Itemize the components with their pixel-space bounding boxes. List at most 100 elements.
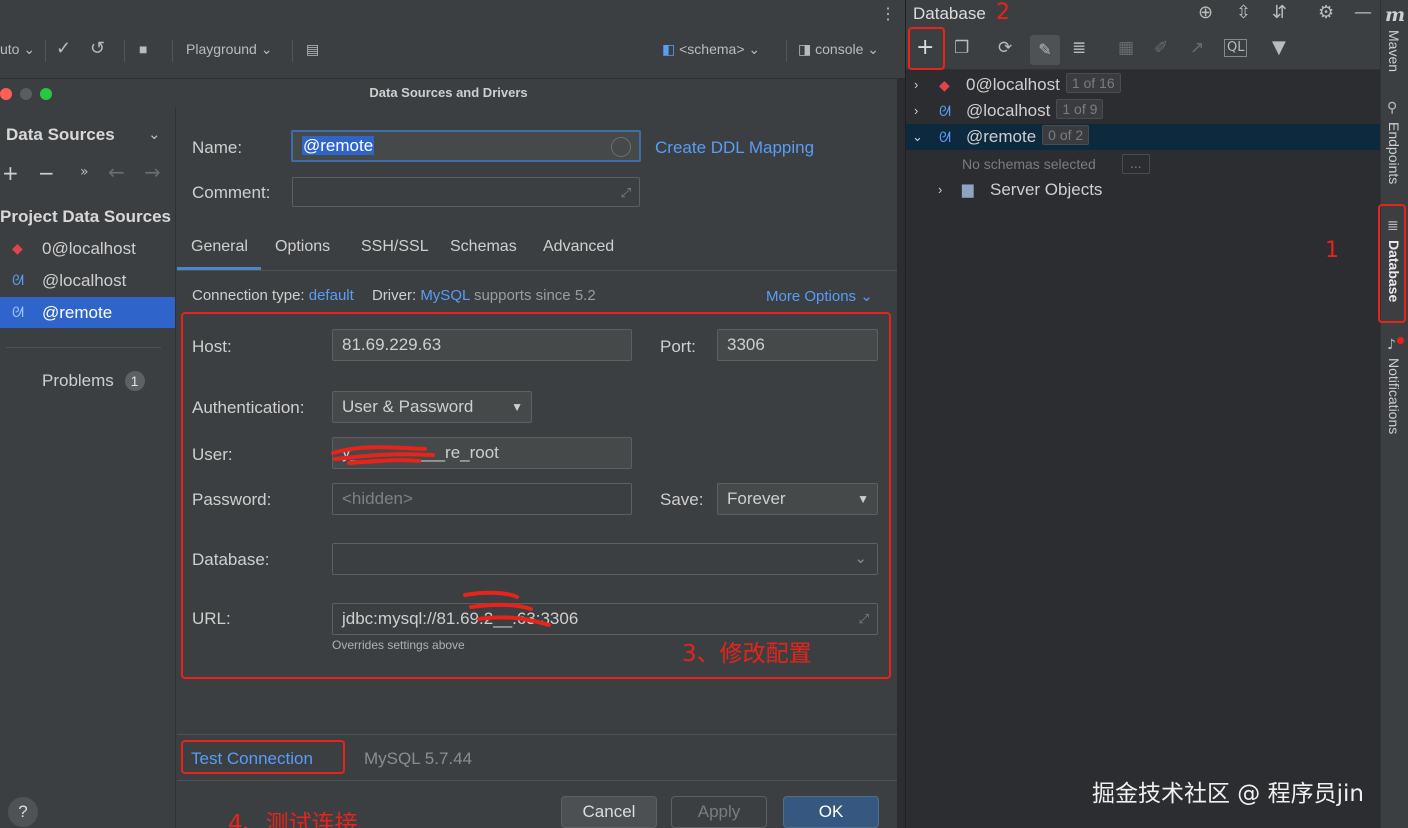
chevron-right-icon[interactable]: › (938, 177, 942, 203)
mysql-version: MySQL 5.7.44 (364, 749, 473, 768)
jump-to-icon[interactable]: ↗ (1190, 38, 1204, 58)
chevron-down-icon: ⌄ (860, 288, 873, 305)
cancel-button[interactable]: Cancel (561, 796, 657, 828)
rollback-icon[interactable]: ↺ (90, 38, 105, 59)
minimize-icon[interactable]: — (1354, 2, 1372, 23)
stop-icon[interactable]: ■ (139, 41, 147, 57)
tree-item-localhost[interactable]: › ᘛ @localhost 1 of 9 (906, 98, 1381, 124)
problems-item[interactable]: Problems 1 (42, 371, 145, 391)
filter-icon[interactable]: ▼ (1272, 37, 1286, 58)
schema-dropdown[interactable]: ◧ <schema> ⌄ (662, 41, 760, 58)
watermark-text: 掘金技术社区 @ 程序员jin (1092, 781, 1364, 807)
tab-advanced[interactable]: Advanced (543, 238, 614, 256)
name-input[interactable]: @remote (291, 130, 641, 162)
chevron-down-icon: ⌄ (23, 41, 36, 57)
annotation-step2: 2 (996, 0, 1010, 25)
connection-type-value[interactable]: default (309, 287, 354, 304)
field-color-icon[interactable] (611, 137, 631, 157)
redis-icon: ◆ (12, 240, 23, 256)
database-panel-title: Database (913, 4, 986, 23)
tree-item-0-localhost[interactable]: › ◆ 0@localhost 1 of 16 (906, 72, 1381, 98)
schema-count-badge: 1 of 9 (1056, 99, 1104, 119)
bell-icon: ♪ (1387, 337, 1396, 353)
maven-tab[interactable]: Maven (1386, 30, 1402, 72)
console-icon: ◨ (798, 41, 812, 57)
select-schemas-button[interactable]: ... (1122, 154, 1150, 174)
ql-console-icon[interactable]: QL (1224, 39, 1248, 57)
schema-count-badge: 0 of 2 (1042, 125, 1090, 145)
redis-icon: ◆ (939, 77, 950, 93)
data-source-item-remote[interactable]: ᘛ @remote (0, 297, 175, 328)
console-dropdown[interactable]: ◨ console ⌄ (798, 41, 879, 58)
refresh-icon[interactable]: ⟳ (998, 38, 1012, 58)
notification-dot (1397, 337, 1404, 344)
chevron-right-icon[interactable]: › (914, 98, 918, 124)
playground-dropdown[interactable]: Playground ⌄ (186, 41, 272, 58)
more-icon[interactable]: » (80, 164, 89, 180)
collapse-all-icon[interactable]: ⇵ (1272, 2, 1287, 23)
copy-icon[interactable]: ❐ (954, 38, 969, 58)
ide-toolbar: uto ⌄ ✓ ↺ ■ Playground ⌄ ▤ ◧ <schema> ⌄ … (0, 0, 905, 78)
comment-label: Comment: (192, 183, 271, 202)
connection-type-row: Connection type: default Driver: MySQL s… (192, 287, 596, 304)
gear-icon[interactable]: ⚙ (1318, 2, 1334, 23)
annotation-box-test-connection (181, 740, 345, 774)
maven-logo-icon: m (1385, 4, 1406, 26)
annotation-step3: 3、修改配置 (682, 641, 812, 667)
tree-item-label: Server Objects (990, 180, 1103, 199)
apply-button[interactable]: Apply (671, 796, 767, 828)
driver-value[interactable]: MySQL (420, 287, 469, 304)
tree-item-label: @remote (966, 127, 1037, 146)
edit-datasource-icon[interactable]: ✎ (1030, 35, 1060, 65)
expand-all-icon[interactable]: ⇳ (1236, 2, 1251, 23)
more-vertical-icon[interactable]: ⋮ (880, 4, 896, 24)
endpoints-icon: ⚲ (1387, 100, 1398, 116)
mysql-dolphin-icon: ᘛ (939, 103, 951, 119)
tab-options[interactable]: Options (275, 238, 330, 256)
remove-icon[interactable]: − (38, 161, 55, 185)
tree-item-remote[interactable]: ⌄ ᘛ @remote 0 of 2 (906, 124, 1381, 150)
annotation-box-config (181, 312, 891, 679)
more-options-label: More Options (766, 288, 857, 305)
chevron-down-icon[interactable]: ⌄ (148, 125, 161, 143)
chevron-down-icon: ⌄ (748, 41, 761, 57)
tab-ssh-ssl[interactable]: SSH/SSL (361, 238, 429, 256)
tree-item-server-objects[interactable]: › ▆ Server Objects (906, 177, 1381, 203)
name-input-value: @remote (302, 136, 375, 155)
tab-schemas[interactable]: Schemas (450, 238, 517, 256)
ok-button[interactable]: OK (783, 796, 879, 828)
schema-label: <schema> (679, 41, 745, 57)
auto-commit-dropdown[interactable]: uto ⌄ (0, 41, 35, 58)
data-source-item-0-localhost[interactable]: ◆ 0@localhost (0, 233, 175, 264)
tree-item-label: @localhost (966, 101, 1051, 120)
endpoints-tab[interactable]: Endpoints (1386, 122, 1402, 184)
expand-icon[interactable]: ⤢ (621, 178, 631, 208)
add-icon[interactable]: + (2, 161, 19, 185)
arrow-left-icon[interactable]: ← (108, 160, 125, 184)
arrow-right-icon[interactable]: → (144, 160, 161, 184)
no-schemas-row: No schemas selected ... (906, 151, 1381, 177)
database-stack-icon[interactable]: ≣ (1072, 38, 1086, 58)
table-grid-icon[interactable]: ▦ (1118, 38, 1134, 58)
more-options-link[interactable]: More Options ⌄ (766, 287, 873, 305)
annotation-step4: 4、测试连接 (228, 811, 358, 828)
data-sources-header[interactable]: Data Sources (6, 125, 115, 145)
chevron-down-icon: ⌄ (867, 41, 880, 57)
help-button[interactable]: ? (8, 797, 38, 827)
create-ddl-mapping-link[interactable]: Create DDL Mapping (655, 138, 814, 158)
chevron-down-icon[interactable]: ⌄ (912, 124, 923, 150)
comment-input[interactable]: ⤢ (292, 177, 640, 207)
table-icon[interactable]: ▤ (306, 41, 319, 58)
commit-check-icon[interactable]: ✓ (56, 38, 71, 59)
chevron-right-icon[interactable]: › (914, 72, 918, 98)
crosshair-icon[interactable]: ⊕ (1198, 2, 1213, 23)
data-source-label: @remote (42, 303, 113, 322)
notifications-tab[interactable]: Notifications (1386, 358, 1402, 434)
data-source-item-localhost[interactable]: ᘛ @localhost (0, 265, 175, 296)
data-sources-list-panel: Data Sources ⌄ + − » ← → Project Data So… (0, 107, 176, 828)
tab-general[interactable]: General (191, 238, 248, 256)
problems-label: Problems (42, 371, 114, 390)
pencil-icon[interactable]: ✐ (1154, 38, 1168, 58)
auto-commit-label: uto (0, 41, 20, 57)
data-source-label: @localhost (42, 271, 127, 290)
